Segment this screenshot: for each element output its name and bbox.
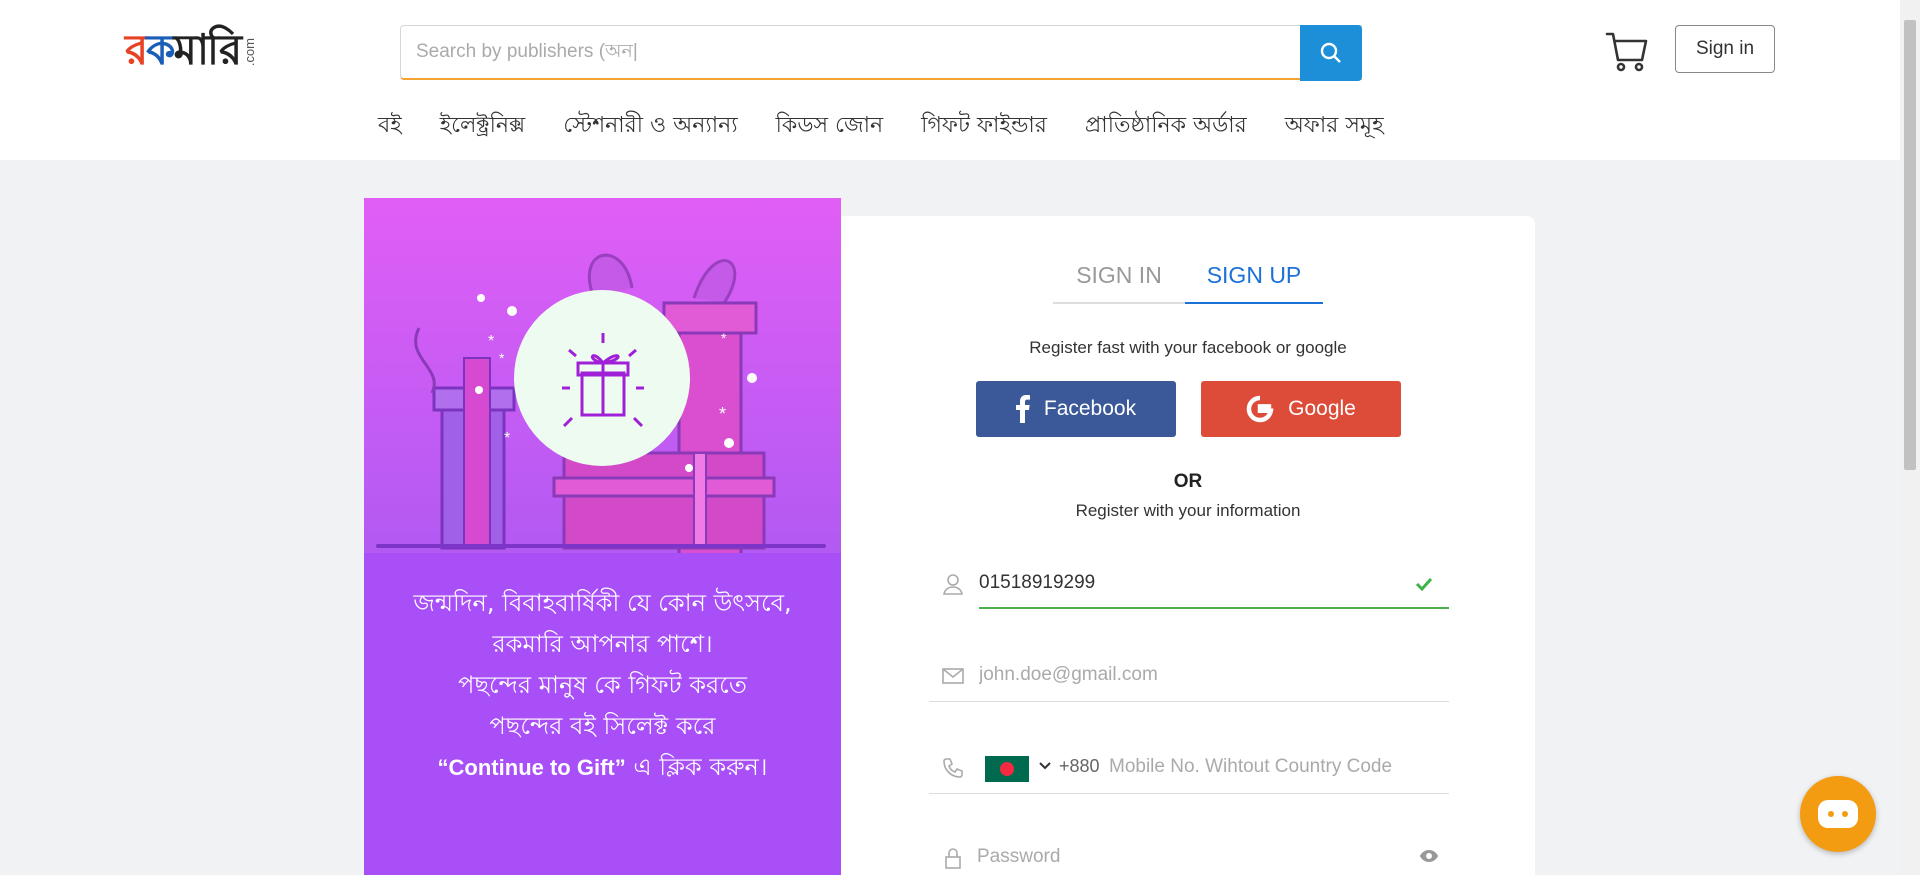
search-input[interactable] (401, 26, 1361, 78)
gift-illustration: * * * * * (364, 198, 841, 558)
email-input[interactable] (979, 660, 1439, 690)
svg-text:*: * (719, 404, 726, 424)
mobile-input[interactable] (1109, 752, 1439, 782)
rokomari-logo[interactable]: রকমারি .com (125, 24, 265, 80)
gift-promo-panel: * * * * * জন্মদিন, বিবাহবার্ষিকী যে কোন … (364, 198, 841, 875)
or-divider: OR (1173, 471, 1203, 492)
password-field (929, 832, 1449, 875)
search-box (400, 25, 1362, 80)
nav-item-gift-finder[interactable]: গিফট ফাইন্ডার (921, 108, 1047, 145)
search-button[interactable] (1300, 25, 1362, 81)
cart-button[interactable] (1604, 28, 1650, 74)
scrollbar-thumb[interactable] (1904, 20, 1916, 470)
auth-tabs: SIGN IN SIGN UP (1053, 256, 1323, 304)
phone-icon (943, 758, 963, 778)
username-field (929, 558, 1449, 610)
chat-button[interactable] (1800, 776, 1876, 852)
facebook-signup-button[interactable]: Facebook (976, 381, 1176, 437)
mail-icon (942, 668, 964, 684)
social-register-prompt: Register fast with your facebook or goog… (1029, 338, 1347, 357)
nav-item-electronics[interactable]: ইলেক্ট্রনিক্স (440, 108, 525, 145)
country-code: +880 (1059, 756, 1100, 776)
username-input[interactable] (979, 568, 1399, 598)
google-icon (1246, 395, 1274, 423)
svg-text:*: * (504, 430, 510, 447)
mobile-field: +880 (929, 742, 1449, 794)
nav-item-institutional-order[interactable]: প্রাতিষ্ঠানিক অর্ডার (1085, 108, 1247, 145)
header-signin-button[interactable]: Sign in (1675, 25, 1775, 73)
promo-message: জন্মদিন, বিবাহবার্ষিকী যে কোন উৎসবে, রকম… (413, 589, 792, 781)
continue-to-gift-label: “Continue to Gift” (437, 755, 626, 780)
page-scrollbar[interactable] (1900, 0, 1920, 875)
nav-item-stationery[interactable]: স্টেশনারী ও অন্যান্য (563, 108, 737, 145)
nav-item-offers[interactable]: অফার সমূহ (1285, 108, 1384, 145)
search-icon (1320, 42, 1341, 63)
password-input[interactable] (977, 842, 1377, 872)
cart-icon (1605, 32, 1648, 72)
tab-sign-in[interactable]: SIGN IN (1053, 256, 1185, 304)
check-icon (1415, 577, 1433, 592)
logo-suffix: .com (242, 37, 258, 67)
email-field (929, 650, 1449, 702)
main-nav: বই ইলেক্ট্রনিক্স স্টেশনারী ও অন্যান্য কি… (378, 108, 1422, 145)
user-icon (943, 574, 963, 595)
facebook-icon (1015, 395, 1030, 423)
lock-icon (945, 848, 961, 869)
svg-text:*: * (499, 350, 505, 366)
chat-icon (1818, 800, 1858, 828)
svg-text:*: * (721, 330, 727, 346)
google-signup-button[interactable]: Google (1201, 381, 1401, 437)
tab-sign-up[interactable]: SIGN UP (1185, 256, 1323, 304)
bangladesh-flag-icon[interactable] (985, 756, 1029, 782)
chevron-down-icon[interactable] (1037, 758, 1053, 774)
nav-item-books[interactable]: বই (378, 108, 402, 145)
gift-boxes-illustration: * * * * * (414, 253, 776, 558)
info-register-prompt: Register with your information (1075, 501, 1301, 520)
site-header: রকমারি .com Sign in বই ইলেক্ট্রনিক্স স্ট… (0, 0, 1900, 160)
eye-icon[interactable] (1419, 846, 1439, 866)
svg-text:*: * (488, 333, 494, 350)
nav-item-kids-zone[interactable]: কিডস জোন (776, 108, 884, 145)
